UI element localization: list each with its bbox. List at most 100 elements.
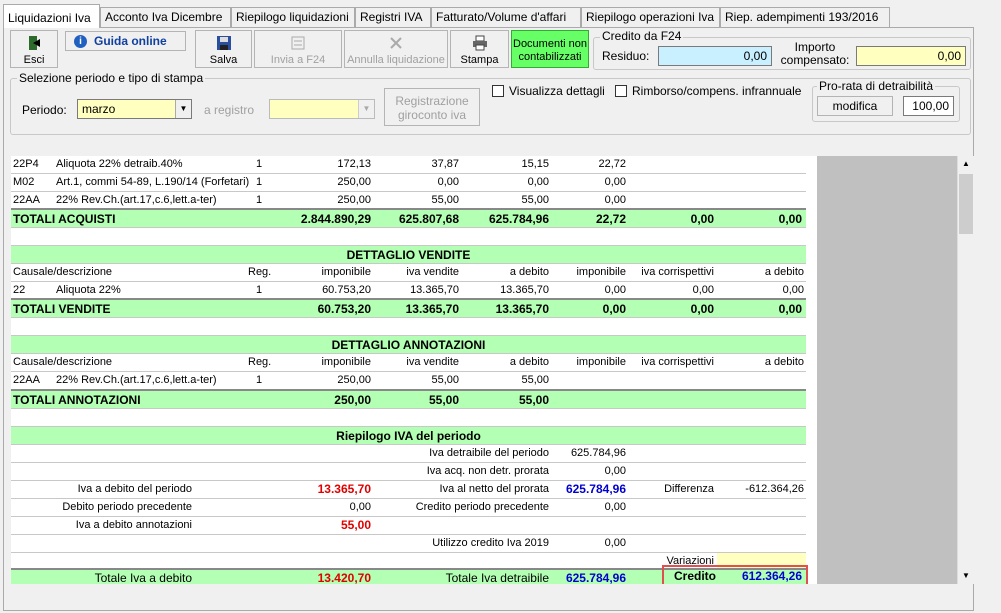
cell-indetraibile: 0,00 [604,194,626,206]
cell-causale: M02 [13,176,35,188]
residuo-label: Residuo: [602,49,650,63]
riepilogo-title: Riepilogo IVA del periodo [11,427,806,445]
tot-ven-debito-2: 0,00 [778,302,802,316]
prorata-title: Pro-rata di detraibilità [817,79,936,93]
scroll-thumb[interactable] [959,174,973,234]
hdr-a-debito: a debito [509,266,549,278]
chevron-down-icon[interactable]: ▼ [358,100,374,118]
hdr-imponibile: imponibile [321,356,371,368]
cell-imponibile: 250,00 [337,374,371,386]
tab-riepilogo-operazioni[interactable]: Riepilogo operazioni Iva [581,7,720,27]
salva-button[interactable]: Salva [195,30,252,68]
invia-f24-button[interactable]: Invia a F24 [254,30,342,68]
credito-prec-label: Credito periodo precedente [415,501,549,513]
cell-causale: 22AA [13,194,40,206]
registro-label: a registro [204,103,255,117]
registro-select[interactable]: ▼ [269,99,375,119]
cell-reg: 1 [256,374,263,386]
stampa-label: Stampa [460,54,499,66]
tab-acconto-iva-dicembre[interactable]: Acconto Iva Dicembre [100,7,231,27]
chevron-down-icon[interactable]: ▼ [175,100,191,118]
cell-indetraibile: 22,72 [598,158,626,170]
cell-imponibile: 250,00 [337,176,371,188]
spacer-row [11,318,806,336]
scroll-down-icon[interactable]: ▼ [958,568,974,584]
annulla-liquidazione-button[interactable]: Annulla liquidazione [344,30,448,68]
stampa-button[interactable]: Stampa [450,30,509,68]
riepilogo-row: Iva a debito annotazioni 55,00 [11,517,806,535]
tot-ann-debito: 55,00 [518,393,549,407]
tot-ven-debito: 13.365,70 [495,302,549,316]
importo-compensato-field[interactable]: 0,00 [856,46,966,66]
tab-registri-iva[interactable]: Registri IVA [355,7,431,27]
tab-riepilogo-liquidazioni[interactable]: Riepilogo liquidazioni [231,7,355,27]
credito-highlight-box: Credito 612.364,26 [662,565,808,584]
documenti-non-contabilizzati-button[interactable]: Documenti non contabilizzati [511,30,589,68]
cell-iva: 37,87 [431,158,459,170]
tab-liquidazioni-iva[interactable]: Liquidazioni Iva [3,4,100,28]
cell-a-debito: 13.365,70 [500,284,549,296]
differenza-value: -612.364,26 [745,483,804,495]
iva-netto-label: Iva al netto del prorata [439,483,549,495]
iva-annot-value: 55,00 [340,518,371,532]
floppy-disk-icon [216,36,231,50]
cell-descrizione: Aliquota 22% detraib.40% [56,158,183,170]
utilizzo-value: 0,00 [604,537,626,549]
tot-ven-imponibile: 60.753,20 [317,302,371,316]
iva-debito-value: 13.365,70 [317,482,371,496]
modifica-prorata-button[interactable]: modifica [817,96,893,116]
tab-riep-adempimenti[interactable]: Riep. adempimenti 193/2016 [720,7,890,27]
iva-acq-value: 0,00 [604,465,626,477]
riepilogo-row: Iva acq. non detr. prorata 0,00 [11,463,806,481]
guida-online-button[interactable]: i Guida online [65,31,186,51]
grid-gray-column [817,156,957,584]
cell-imponibile: 172,13 [337,158,371,170]
tab-fatturato[interactable]: Fatturato/Volume d'affari [431,7,581,27]
differenza-label: Differenza [664,483,714,495]
totali-vendite-row[interactable]: TOTALI VENDITE 60.753,20 13.365,70 13.36… [11,298,806,318]
esci-button[interactable]: Esci [10,30,58,68]
cell-a-debito-2: 0,00 [782,284,804,296]
cell-imponibile-2: 0,00 [604,284,626,296]
table-row[interactable]: M02 Art.1, commi 54-89, L.190/14 (Forfet… [11,174,806,192]
cell-detraibile: 15,15 [521,158,549,170]
tot-acq-iva: 625.807,68 [398,212,459,226]
rimborso-checkbox[interactable] [615,85,627,97]
hdr-a-debito-2: a debito [764,356,804,368]
tot-acq-detraibile: 625.784,96 [488,212,549,226]
credito-value: 612.364,26 [741,569,802,583]
periodo-select[interactable]: marzo ▼ [77,99,192,119]
spacer-row [11,228,806,246]
hdr-reg: Reg. [248,266,272,278]
hdr-reg: Reg. [248,356,272,368]
cell-descrizione: Art.1, commi 54-89, L.190/14 (Forfetari) [56,176,250,188]
cell-reg: 1 [256,176,263,188]
residuo-field[interactable]: 0,00 [658,46,772,66]
iva-detraibile-label: Iva detraibile del periodo [429,447,549,459]
prorata-field[interactable]: 100,00 [903,96,954,116]
totale-debito-label: Totale Iva a debito [94,571,192,584]
tot-ann-imponibile: 250,00 [334,393,371,407]
registrazione-giroconto-button[interactable]: Registrazione giroconto iva [384,88,480,126]
cell-imponibile: 250,00 [337,194,371,206]
table-row[interactable]: 22AA 22% Rev.Ch.(art.17,c.6,lett.a-ter) … [11,372,806,390]
totali-acquisti-row[interactable]: TOTALI ACQUISTI 2.844.890,29 625.807,68 … [11,208,806,228]
visualizza-dettagli-label: Visualizza dettagli [509,84,605,98]
tab-bar: Liquidazioni Iva Acconto Iva Dicembre Ri… [0,0,1001,28]
cell-iva-vendite: 13.365,70 [410,284,459,296]
riepilogo-row: Iva detraibile del periodo 625.784,96 [11,445,806,463]
vertical-scrollbar[interactable]: ▲ ▼ [957,156,974,584]
tot-acq-imponibile: 2.844.890,29 [300,212,371,226]
visualizza-dettagli-checkbox[interactable] [492,85,504,97]
cell-detraibile: 0,00 [527,176,549,188]
scroll-up-icon[interactable]: ▲ [958,156,974,172]
riepilogo-row: Debito periodo precedente 0,00 Credito p… [11,499,806,517]
hdr-imponibile-2: imponibile [576,356,626,368]
table-row[interactable]: 22P4 Aliquota 22% detraib.40% 1 172,13 3… [11,156,806,174]
guida-label: Guida online [94,34,167,48]
tot-ven-iva-corr: 0,00 [690,302,714,316]
totale-debito-value: 13.420,70 [317,571,371,584]
hdr-a-debito: a debito [509,356,549,368]
totali-annotazioni-row[interactable]: TOTALI ANNOTAZIONI 250,00 55,00 55,00 [11,389,806,409]
hdr-causale: Causale/descrizione [13,266,113,278]
